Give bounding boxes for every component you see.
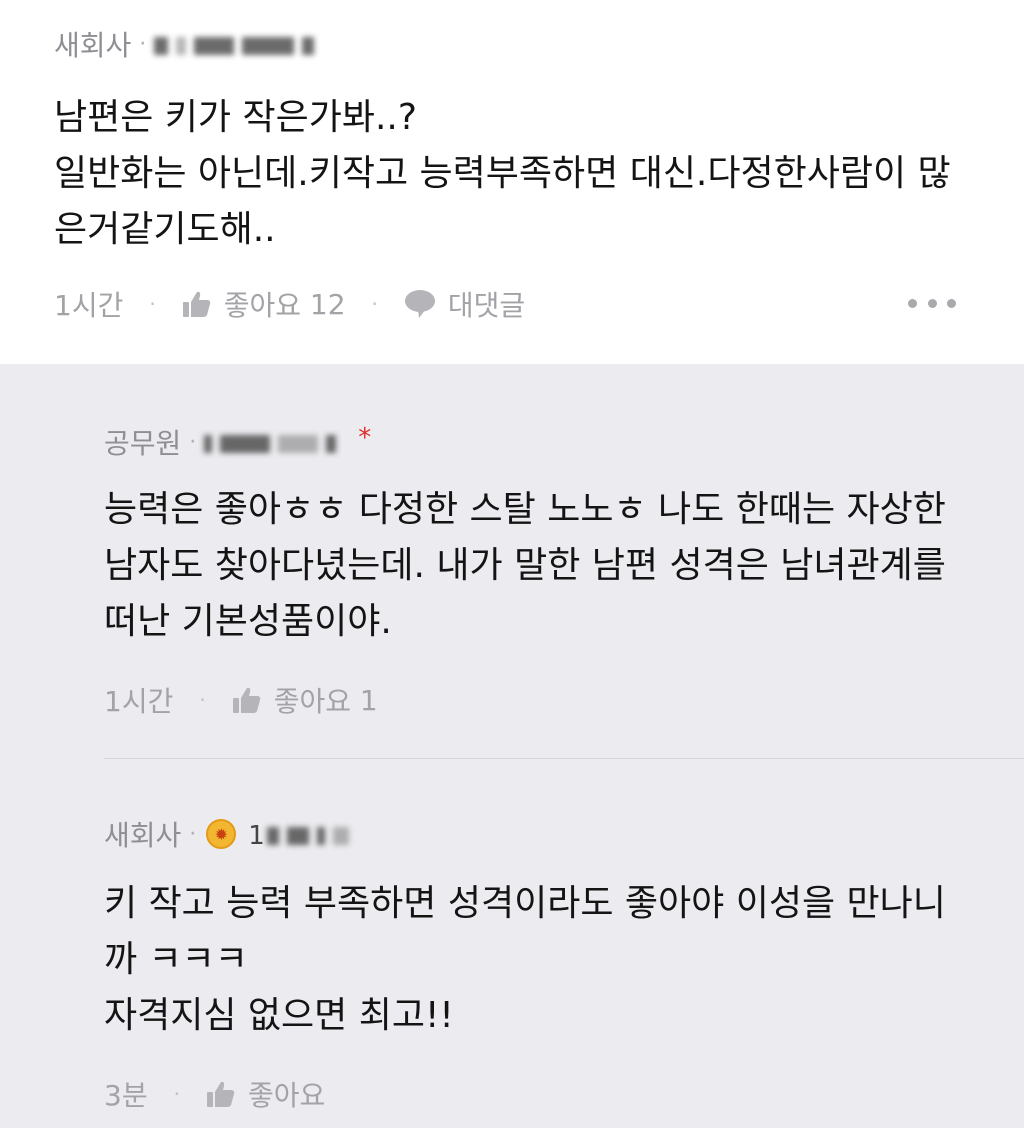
comment-body-line: 일반화는 아닌데.키작고 능력부족하면 대신.다정한사람이 많 xyxy=(54,153,951,194)
thumbs-up-icon xyxy=(232,687,260,713)
reply-body-line: 까 ㅋㅋㅋ xyxy=(104,939,248,980)
reply-actions: 3분 · 좋아요 xyxy=(104,1074,325,1114)
reply-body-line: 키 작고 능력 부족하면 성격이라도 좋아야 이성을 만나니 xyxy=(104,883,946,924)
reply-author-line: 공무원 · * xyxy=(104,422,371,462)
comment-body: 남편은 키가 작은가봐..? 일반화는 아닌데.키작고 능력부족하면 대신.다정… xyxy=(54,90,951,258)
comment-body-line: 남편은 키가 작은가봐..? xyxy=(54,97,417,138)
meta-separator: · xyxy=(139,31,147,57)
sun-badge-icon: ✹ xyxy=(206,819,237,849)
comment-body-line: 은거같기도해.. xyxy=(54,209,276,250)
more-dot xyxy=(927,298,937,308)
reply-author-line: 새회사 · ✹ 1 xyxy=(104,814,357,854)
author-name-redacted[interactable]: 1 xyxy=(248,818,357,851)
like-button[interactable]: 좋아요 xyxy=(206,1074,325,1114)
more-horizontal-icon xyxy=(908,298,917,308)
more-dot xyxy=(947,298,956,308)
author-mark: * xyxy=(358,423,372,453)
reply-body-line: 자격지심 없으면 최고!! xyxy=(104,995,454,1036)
like-label: 좋아요 xyxy=(223,289,301,322)
reply-time: 3분 xyxy=(104,1079,148,1112)
author-role[interactable]: 새회사 xyxy=(104,814,181,854)
like-button[interactable]: 좋아요 1 xyxy=(232,680,378,720)
speech-bubble-icon xyxy=(404,290,435,318)
reply-divider xyxy=(104,758,1024,759)
reply-body: 키 작고 능력 부족하면 성격이라도 좋아야 이성을 만나니 까 ㅋㅋㅋ 자격지… xyxy=(104,876,946,1044)
like-label: 좋아요 xyxy=(247,1079,326,1112)
like-label: 좋아요 xyxy=(273,685,351,718)
reply-body-line: 남자도 찾아다녔는데. 내가 말한 남편 성격은 남녀관계를 xyxy=(104,545,946,586)
thumbs-up-icon xyxy=(182,291,210,317)
reply-body: 능력은 좋아ㅎㅎ 다정한 스탈 노노ㅎ 나도 한때는 자상한 남자도 찾아다녔는… xyxy=(104,482,946,650)
meta-separator: · xyxy=(189,429,197,455)
meta-separator: · xyxy=(189,821,197,847)
action-separator: · xyxy=(149,292,156,316)
comment-author-line: 새회사 · xyxy=(54,24,322,64)
reply-time: 1시간 xyxy=(104,685,174,718)
comment-time: 1시간 xyxy=(54,289,124,322)
comment-actions: 1시간 · 좋아요 12 · 대댓글 xyxy=(54,284,525,324)
like-count: 12 xyxy=(309,287,346,321)
comment-card: 새회사 · 남편은 키가 작은가봐..? 일반화는 아닌데.키작고 능력부족하면… xyxy=(0,0,1024,364)
reply-actions: 1시간 · 좋아요 1 xyxy=(104,680,378,720)
action-separator: · xyxy=(173,1082,180,1106)
author-name-redacted[interactable] xyxy=(204,426,344,459)
action-separator: · xyxy=(371,292,378,316)
author-role[interactable]: 공무원 xyxy=(104,422,181,462)
reply-body-line: 떠난 기본성품이야. xyxy=(104,601,392,642)
author-role[interactable]: 새회사 xyxy=(54,24,131,64)
reply-body-line: 능력은 좋아ㅎㅎ 다정한 스탈 노노ㅎ 나도 한때는 자상한 xyxy=(104,489,946,530)
like-count: 1 xyxy=(359,683,378,717)
author-name-prefix: 1 xyxy=(248,820,265,851)
reply-button[interactable]: 대댓글 xyxy=(404,284,525,324)
thumbs-up-icon xyxy=(206,1081,235,1107)
author-name-redacted[interactable] xyxy=(154,28,322,61)
action-separator: · xyxy=(199,688,206,712)
more-options-button[interactable] xyxy=(908,288,956,318)
like-button[interactable]: 좋아요 12 xyxy=(182,284,346,324)
reply-label: 대댓글 xyxy=(447,289,526,322)
